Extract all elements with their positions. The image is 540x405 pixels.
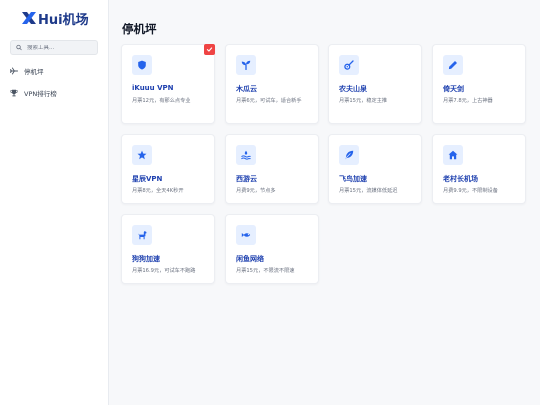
airport-card-feiniao[interactable]: 飞鸟加速 月票15元，流媒体低延迟 <box>328 134 422 204</box>
airport-card-xiyou[interactable]: 西游云 月费9元，节点多 <box>225 134 319 204</box>
card-title: 西游云 <box>236 175 257 183</box>
card-description: 月票15元，流媒体低延迟 <box>339 188 398 194</box>
card-description: 月票16.9元，可试车不跑路 <box>132 268 196 274</box>
fish-icon <box>241 233 251 237</box>
feather-icon <box>345 150 354 160</box>
card-title: 农夫山泉 <box>339 85 367 93</box>
card-description: 月费9.9元，不限制设备 <box>443 188 498 194</box>
water-icon <box>241 150 251 160</box>
card-title: 狗狗加速 <box>132 255 160 263</box>
card-description: 月票6元，可试车，适合新手 <box>236 98 302 104</box>
card-title: iKuuu VPN <box>132 84 174 92</box>
card-icon-box <box>132 225 152 245</box>
airport-card-xianyu[interactable]: 闲鱼网络 月票15元，不限流不限速 <box>225 214 319 284</box>
card-description: 月票8元，全天4K秒开 <box>132 188 184 194</box>
card-title: 飞鸟加速 <box>339 175 367 183</box>
card-description: 月票15元，稳定主推 <box>339 98 388 104</box>
card-icon-box <box>236 145 256 165</box>
airport-card-ikuuu[interactable]: iKuuu VPN 月票12元，有那么点专业 <box>121 44 215 124</box>
card-title: 倚天剑 <box>443 85 464 93</box>
trophy-icon <box>10 89 18 97</box>
card-icon-box <box>132 55 152 75</box>
check-badge-icon <box>206 47 213 52</box>
sprout-icon <box>241 60 251 70</box>
guitar-icon <box>344 60 354 70</box>
card-icon-box <box>443 55 463 75</box>
sidebar-item-vpn-ranking[interactable]: VPN排行榜 <box>10 86 57 100</box>
pen-icon <box>448 61 457 70</box>
card-title: 星辰VPN <box>132 175 163 183</box>
card-description: 月票7.8元，上古神器 <box>443 98 493 104</box>
card-title: 老村长机场 <box>443 175 478 183</box>
airport-card-yitianjian[interactable]: 倚天剑 月票7.8元，上古神器 <box>432 44 526 124</box>
search-icon <box>16 44 22 51</box>
x-logo-icon <box>22 12 36 24</box>
airport-card-laocunzhang[interactable]: 老村长机场 月费9.9元，不限制设备 <box>432 134 526 204</box>
brand-logo[interactable]: Hui机场 <box>21 9 89 28</box>
card-description: 月票15元，不限流不限速 <box>236 268 295 274</box>
airport-card-mugua[interactable]: 木瓜云 月票6元，可试车，适合新手 <box>225 44 319 124</box>
brand-name: Hui机场 <box>38 12 89 28</box>
dog-icon <box>138 231 147 240</box>
card-description: 月票12元，有那么点专业 <box>132 98 191 104</box>
card-title: 闲鱼网络 <box>236 255 264 263</box>
search-input[interactable] <box>27 44 97 51</box>
sidebar-item-label: 停机坪 <box>24 68 44 76</box>
card-icon-box <box>236 55 256 75</box>
card-icon-box <box>236 225 256 245</box>
sidebar-item-apron[interactable]: 停机坪 <box>10 64 44 78</box>
card-icon-box <box>339 145 359 165</box>
page-title: 停机坪 <box>122 22 157 36</box>
featured-badge <box>204 44 215 55</box>
card-icon-box <box>132 145 152 165</box>
airport-card-xingchen[interactable]: 星辰VPN 月票8元，全天4K秒开 <box>121 134 215 204</box>
card-description: 月费9元，节点多 <box>236 188 276 194</box>
sidebar-item-label: VPN排行榜 <box>24 90 57 98</box>
shield-icon <box>138 60 146 70</box>
star-icon <box>137 150 147 160</box>
sidebar: Hui机场 停机坪 VPN排行榜 <box>0 0 109 405</box>
airport-card-gougou[interactable]: 狗狗加速 月票16.9元，可试车不跑路 <box>121 214 215 284</box>
home-icon <box>448 150 458 160</box>
search-box[interactable] <box>10 40 98 55</box>
card-icon-box <box>339 55 359 75</box>
card-icon-box <box>443 145 463 165</box>
plane-icon <box>10 67 18 75</box>
airport-card-nongfu[interactable]: 农夫山泉 月票15元，稳定主推 <box>328 44 422 124</box>
card-title: 木瓜云 <box>236 85 257 93</box>
